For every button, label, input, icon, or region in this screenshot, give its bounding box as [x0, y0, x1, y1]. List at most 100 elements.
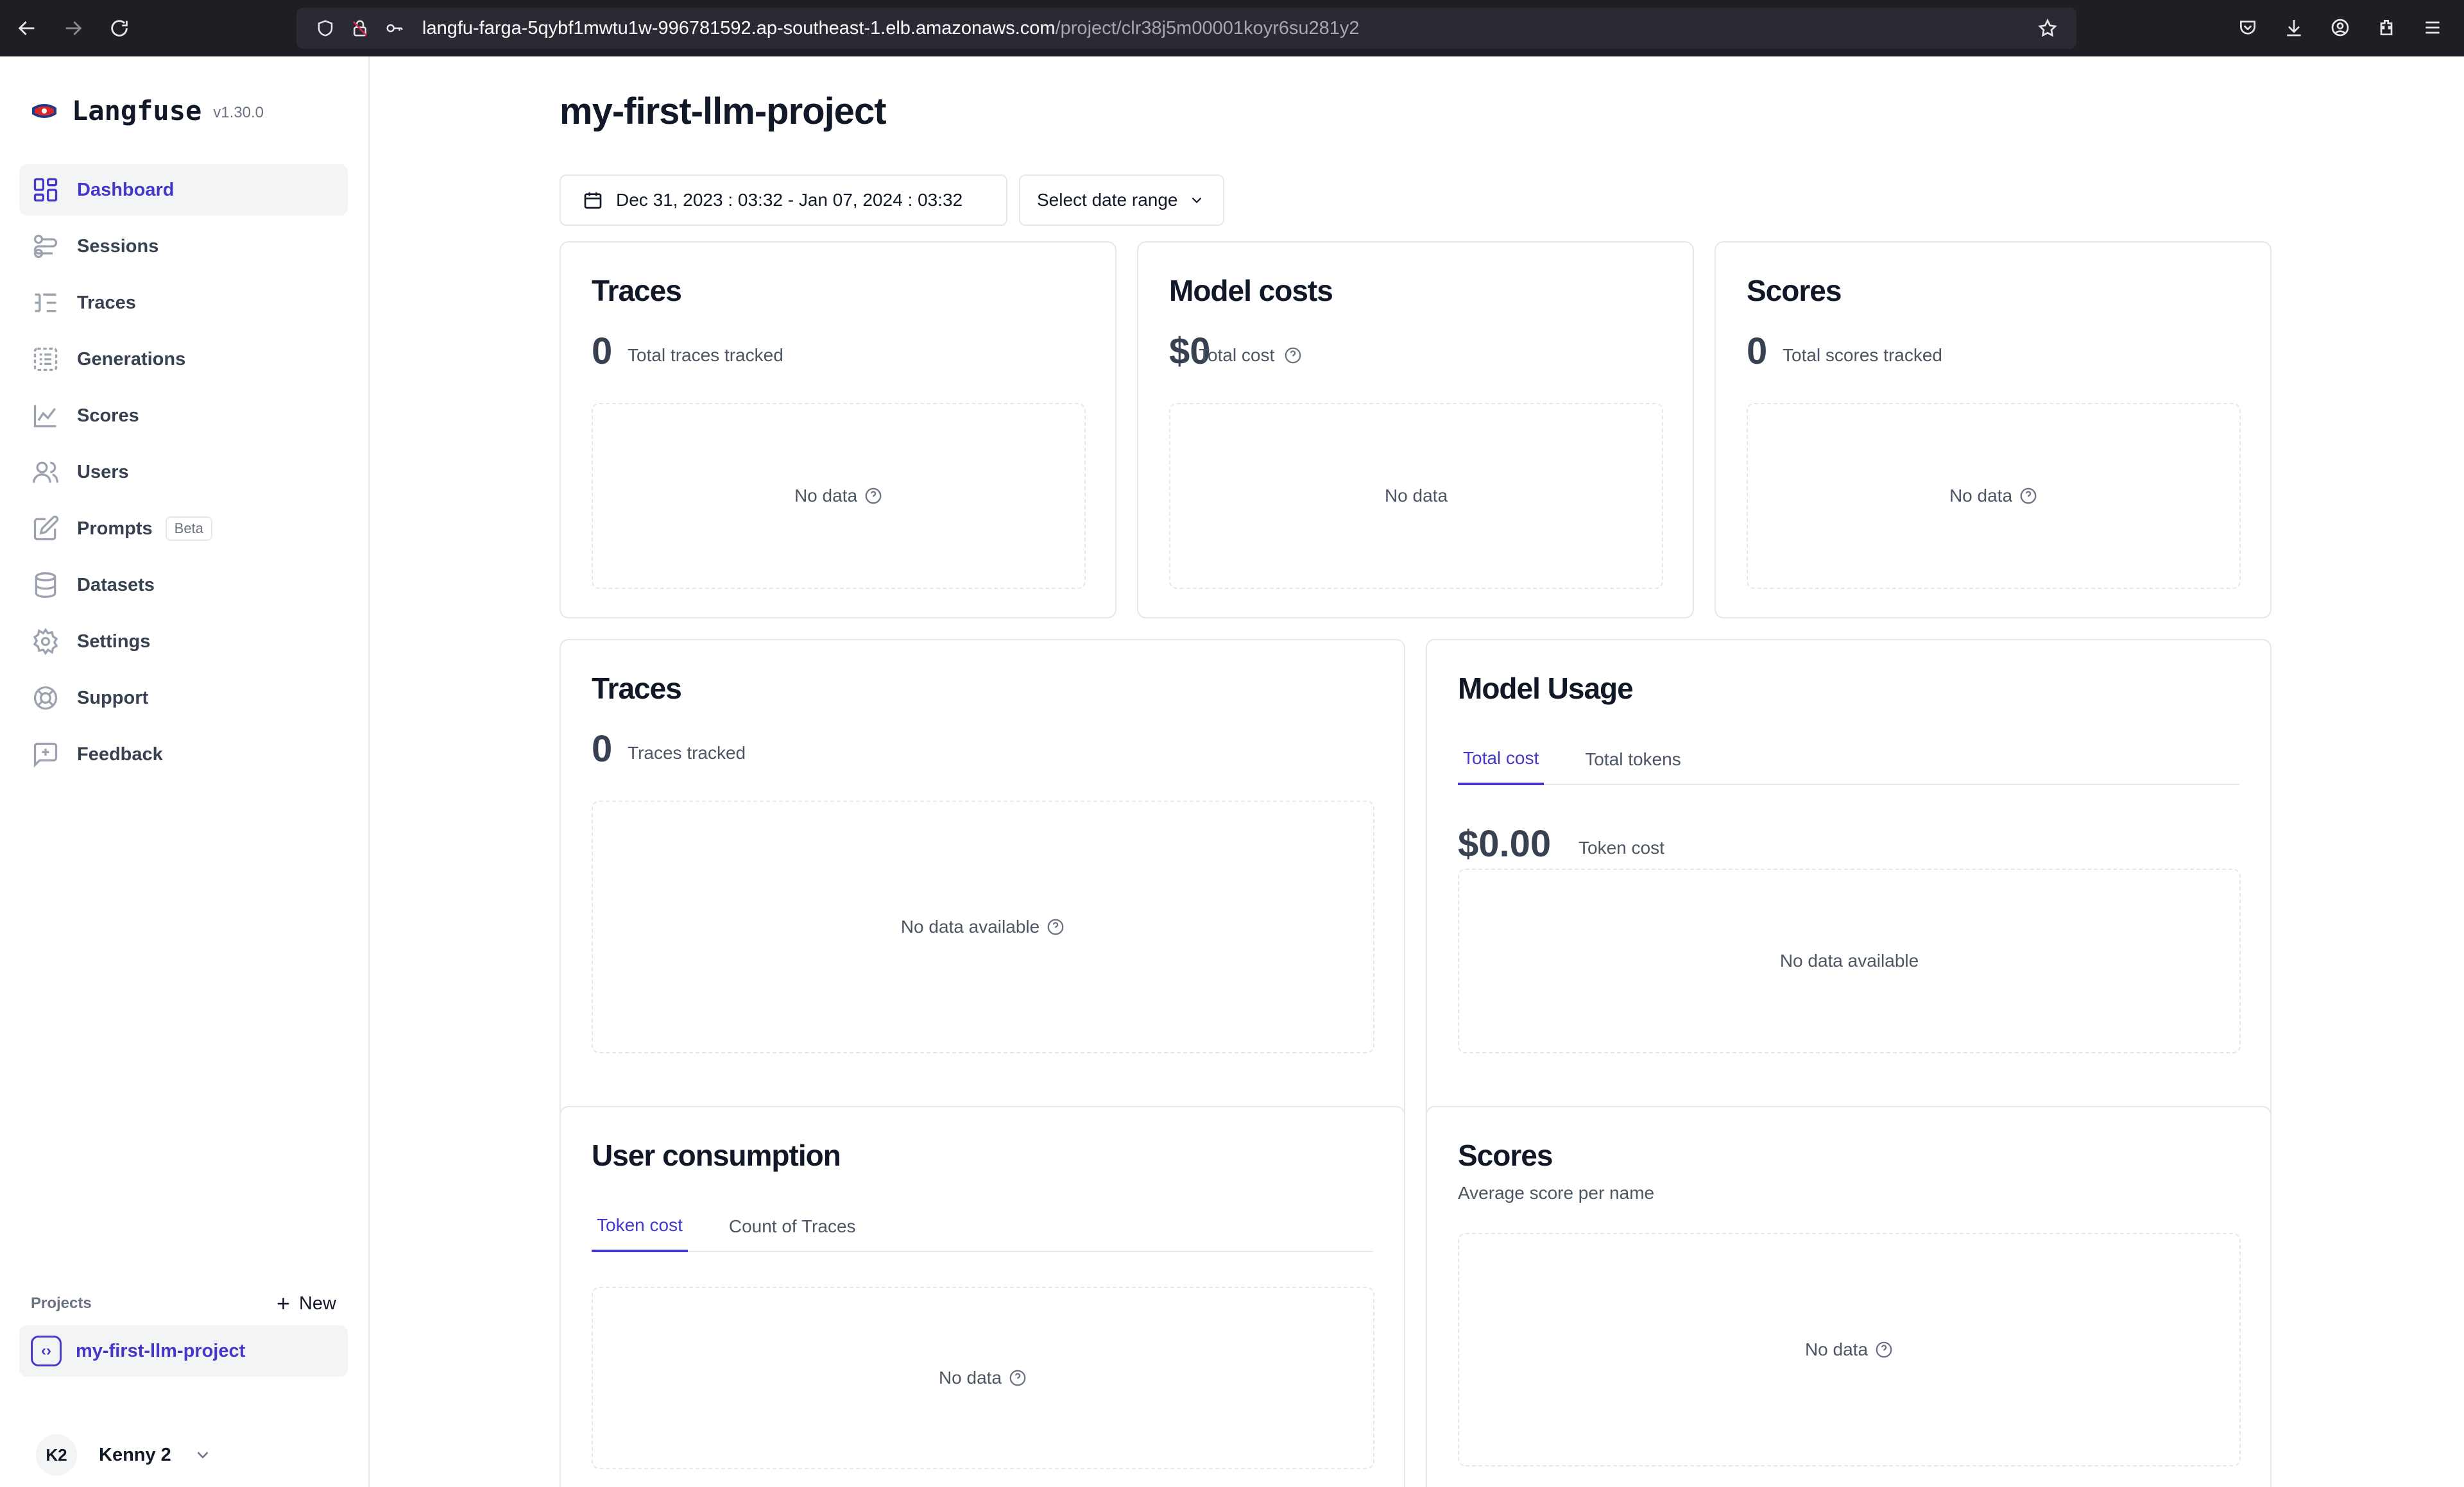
- prompts-icon: [31, 514, 60, 543]
- no-data-placeholder: No data available: [592, 801, 1374, 1053]
- new-project-button[interactable]: + New: [270, 1288, 343, 1319]
- help-circle-icon[interactable]: [1874, 1340, 1894, 1359]
- bookmark-star-icon[interactable]: [2032, 12, 2064, 44]
- scores-chart-card: Scores Average score per name No data: [1426, 1106, 2272, 1487]
- insecure-lock-icon[interactable]: [344, 12, 376, 44]
- sidebar-item-datasets[interactable]: Datasets: [19, 559, 348, 611]
- date-range-picker[interactable]: Dec 31, 2023 : 03:32 - Jan 07, 2024 : 03…: [560, 174, 1007, 226]
- card-title: User consumption: [592, 1139, 841, 1172]
- sidebar-item-users[interactable]: Users: [19, 446, 348, 498]
- user-consumption-card: User consumption Token cost Count of Tra…: [560, 1106, 1405, 1487]
- card-value: 0: [1747, 330, 1768, 372]
- langfuse-logo-icon: [32, 103, 56, 118]
- sidebar-item-support[interactable]: Support: [19, 672, 348, 724]
- sidebar-nav: Dashboard Sessions Traces Generations Sc…: [19, 164, 348, 785]
- model-usage-tabs: Total cost Total tokens: [1458, 734, 2239, 785]
- sidebar-item-label: Prompts: [77, 518, 153, 539]
- card-subtitle: Total traces tracked: [628, 345, 783, 365]
- help-circle-icon[interactable]: [1283, 346, 1303, 365]
- sidebar-item-dashboard[interactable]: Dashboard: [19, 164, 348, 216]
- projects-label: Projects: [31, 1295, 92, 1312]
- avatar: K2: [36, 1434, 77, 1475]
- date-range-text: Dec 31, 2023 : 03:32 - Jan 07, 2024 : 03…: [616, 190, 963, 210]
- project-item[interactable]: ‹› my-first-llm-project: [19, 1325, 348, 1377]
- url-text[interactable]: langfu-farga-5qybf1mwtu1w-996781592.ap-s…: [422, 18, 1360, 39]
- user-name: Kenny 2: [99, 1444, 171, 1465]
- sidebar: Langfuse v1.30.0 Dashboard Sessions Trac…: [0, 56, 370, 1487]
- projects-header: Projects + New: [31, 1288, 343, 1319]
- users-icon: [31, 457, 60, 487]
- tab-count-of-traces[interactable]: Count of Traces: [724, 1201, 861, 1252]
- sidebar-item-generations[interactable]: Generations: [19, 334, 348, 385]
- card-subtitle: Total cost: [1199, 345, 1303, 366]
- tab-total-tokens[interactable]: Total tokens: [1580, 734, 1686, 785]
- project-name: my-first-llm-project: [76, 1340, 246, 1361]
- card-subtitle: Token cost: [1579, 838, 1664, 858]
- card-value: $0.00: [1458, 823, 1552, 865]
- tab-total-cost[interactable]: Total cost: [1458, 734, 1544, 785]
- main-content: my-first-llm-project Dec 31, 2023 : 03:3…: [371, 56, 2464, 1487]
- forward-icon[interactable]: [54, 9, 92, 47]
- datasets-icon: [31, 570, 60, 600]
- model-costs-card: Model costs $0 Total cost No data: [1137, 241, 1694, 618]
- sidebar-item-traces[interactable]: Traces: [19, 277, 348, 328]
- dashboard-icon: [31, 175, 60, 205]
- account-icon[interactable]: [2322, 9, 2359, 46]
- sidebar-item-sessions[interactable]: Sessions: [19, 221, 348, 272]
- sidebar-item-label: Dashboard: [77, 179, 175, 200]
- back-icon[interactable]: [8, 9, 46, 47]
- sidebar-item-settings[interactable]: Settings: [19, 616, 348, 667]
- new-project-label: New: [298, 1293, 336, 1314]
- sidebar-item-label: Sessions: [77, 235, 159, 257]
- code-icon: ‹›: [31, 1336, 62, 1366]
- no-data-placeholder: No data: [1458, 1233, 2241, 1466]
- shield-icon[interactable]: [309, 12, 341, 44]
- no-data-placeholder: No data available: [1458, 869, 2241, 1053]
- sidebar-item-label: Datasets: [77, 574, 155, 595]
- sidebar-item-prompts[interactable]: Prompts Beta: [19, 503, 348, 554]
- card-description: Average score per name: [1458, 1183, 1655, 1203]
- pocket-icon[interactable]: [2229, 9, 2266, 46]
- card-value: 0: [592, 330, 613, 372]
- plus-icon: +: [276, 1290, 290, 1316]
- brand[interactable]: Langfuse v1.30.0: [30, 95, 264, 126]
- help-circle-icon[interactable]: [864, 486, 883, 506]
- card-value: 0: [592, 728, 613, 770]
- card-subtitle: Total scores tracked: [1783, 345, 1942, 365]
- model-usage-card: Model Usage Total cost Total tokens $0.0…: [1426, 639, 2272, 1142]
- page-title: my-first-llm-project: [560, 90, 887, 132]
- help-circle-icon[interactable]: [1008, 1368, 1027, 1388]
- reload-icon[interactable]: [100, 9, 139, 47]
- download-icon[interactable]: [2275, 9, 2313, 46]
- select-date-range-label: Select date range: [1037, 190, 1178, 210]
- sidebar-item-scores[interactable]: Scores: [19, 390, 348, 441]
- card-title: Scores: [1458, 1139, 1553, 1172]
- scores-summary-card: Scores 0 Total scores tracked No data: [1715, 241, 2272, 618]
- card-title: Model costs: [1169, 274, 1333, 307]
- hamburger-menu-icon[interactable]: [2414, 9, 2451, 46]
- beta-badge: Beta: [165, 516, 212, 541]
- user-menu[interactable]: K2 Kenny 2: [36, 1434, 212, 1475]
- sidebar-item-label: Scores: [77, 405, 139, 426]
- key-icon[interactable]: [379, 12, 411, 44]
- sessions-icon: [31, 232, 60, 261]
- no-data-placeholder: No data: [592, 403, 1086, 589]
- help-circle-icon[interactable]: [1046, 917, 1065, 937]
- no-data-placeholder: No data: [592, 1287, 1374, 1469]
- help-circle-icon[interactable]: [2019, 486, 2038, 506]
- traces-icon: [31, 288, 60, 318]
- address-bar[interactable]: langfu-farga-5qybf1mwtu1w-996781592.ap-s…: [296, 8, 2076, 49]
- tab-token-cost[interactable]: Token cost: [592, 1201, 688, 1252]
- no-data-placeholder: No data: [1169, 403, 1663, 589]
- settings-icon: [31, 627, 60, 656]
- chevron-down-icon: [193, 1445, 212, 1465]
- sidebar-item-feedback[interactable]: Feedback: [19, 729, 348, 780]
- version-label: v1.30.0: [213, 103, 264, 121]
- card-title: Traces: [592, 672, 682, 705]
- select-date-range-dropdown[interactable]: Select date range: [1019, 174, 1224, 226]
- scores-icon: [31, 401, 60, 430]
- traces-summary-card: Traces 0 Total traces tracked No data: [560, 241, 1116, 618]
- card-subtitle: Traces tracked: [628, 743, 746, 763]
- extensions-icon[interactable]: [2368, 9, 2405, 46]
- brand-name: Langfuse: [72, 95, 202, 126]
